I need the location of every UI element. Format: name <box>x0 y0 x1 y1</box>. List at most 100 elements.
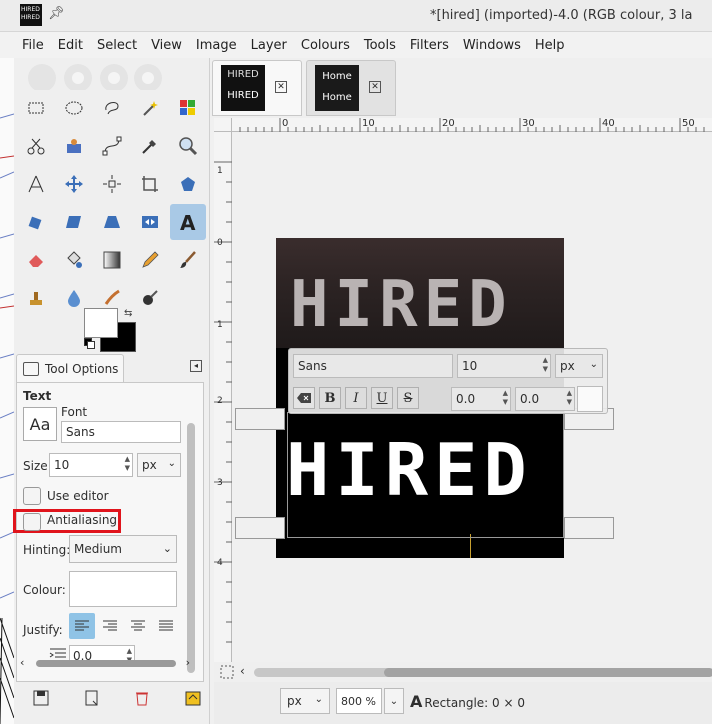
options-hscroll-thumb[interactable] <box>36 660 176 667</box>
menu-edit[interactable]: Edit <box>58 38 83 53</box>
menu-colours[interactable]: Colours <box>301 38 350 53</box>
options-vscrollbar[interactable] <box>187 423 195 673</box>
shear-icon[interactable] <box>56 204 92 240</box>
kerning-field[interactable]: 0.0 ▲ ▼ <box>515 387 575 411</box>
textbox-handle[interactable] <box>564 517 614 539</box>
strikethrough-button[interactable]: S <box>397 387 419 409</box>
underline-button[interactable]: U <box>371 387 393 409</box>
pin-icon[interactable]: 📌︎ <box>48 6 65 21</box>
hscroll-thumb[interactable] <box>384 668 712 677</box>
font-preview-button[interactable]: Aa <box>23 407 57 441</box>
scissors-select-icon[interactable] <box>18 128 54 164</box>
chevron-left-icon[interactable]: ‹ <box>240 664 245 678</box>
image-tab-home[interactable]: Home Home ✕ <box>306 60 396 116</box>
justify-fill-icon[interactable] <box>153 613 179 639</box>
rotate-icon[interactable] <box>18 204 54 240</box>
eraser-icon[interactable] <box>18 242 54 278</box>
zoom-dropdown-icon[interactable]: ⌄ <box>384 688 404 714</box>
style-unit-select[interactable]: px ⌄ <box>555 354 603 378</box>
navigate-icon[interactable] <box>220 665 234 679</box>
menu-layer[interactable]: Layer <box>251 38 287 53</box>
menu-windows[interactable]: Windows <box>463 38 521 53</box>
flip-icon[interactable] <box>132 204 168 240</box>
reset-options-icon[interactable] <box>184 689 202 707</box>
clone-icon[interactable] <box>18 280 54 316</box>
style-size-field[interactable]: 10 ▲ ▼ <box>457 354 551 378</box>
save-preset-icon[interactable] <box>32 689 50 707</box>
by-colour-select-icon[interactable] <box>170 90 206 126</box>
menu-file[interactable]: File <box>22 38 44 53</box>
ruler-corner[interactable] <box>214 118 232 132</box>
crop-icon[interactable] <box>132 166 168 202</box>
style-font-field[interactable]: Sans <box>293 354 453 378</box>
menu-image[interactable]: Image <box>196 38 237 53</box>
dock-menu-icon[interactable]: ◂ <box>190 360 202 372</box>
foreground-color[interactable] <box>84 308 118 338</box>
close-icon[interactable]: ✕ <box>369 81 381 93</box>
justify-left-icon[interactable] <box>69 613 95 639</box>
font-field[interactable]: Sans <box>61 421 181 443</box>
menu-filters[interactable]: Filters <box>410 38 449 53</box>
vertical-ruler[interactable]: 1 0 1 2 3 4 <box>214 132 232 662</box>
free-select-icon[interactable] <box>94 90 130 126</box>
align-icon[interactable] <box>94 166 130 202</box>
unified-transform-icon[interactable] <box>170 166 206 202</box>
italic-button[interactable]: I <box>345 387 367 409</box>
bold-button[interactable]: B <box>319 387 341 409</box>
justify-right-icon[interactable] <box>97 613 123 639</box>
baseline-field[interactable]: 0.0 ▲ ▼ <box>451 387 511 411</box>
bucket-fill-icon[interactable] <box>56 242 92 278</box>
kerning-spinner-icon[interactable]: ▲ ▼ <box>567 389 572 407</box>
unit-select[interactable]: px ⌄ <box>280 688 330 714</box>
horizontal-ruler[interactable]: 0 10 20 30 40 50 <box>232 118 712 132</box>
text-icon[interactable]: A <box>170 204 206 240</box>
delete-preset-icon[interactable] <box>133 689 151 707</box>
move-icon[interactable] <box>56 166 92 202</box>
gradient-icon[interactable] <box>94 242 130 278</box>
textbox-handle[interactable] <box>235 408 285 430</box>
pixelated-text: HIRED <box>290 268 513 342</box>
menu-help[interactable]: Help <box>535 38 565 53</box>
zoom-field[interactable]: 800 % <box>336 688 382 714</box>
antialiasing-checkbox[interactable] <box>23 513 41 531</box>
close-icon[interactable]: ✕ <box>275 81 287 93</box>
fuzzy-select-icon[interactable] <box>132 90 168 126</box>
size-unit-select[interactable]: px ⌄ <box>137 453 181 477</box>
reset-colors-icon[interactable] <box>84 338 96 350</box>
use-editor-checkbox[interactable] <box>23 487 41 505</box>
zoom-icon[interactable] <box>170 128 206 164</box>
size-spinner-icon[interactable]: ▲ ▼ <box>125 455 130 473</box>
paths-icon[interactable] <box>94 128 130 164</box>
ellipse-select-icon[interactable] <box>56 90 92 126</box>
color-picker-icon[interactable] <box>132 128 168 164</box>
foreground-select-icon[interactable] <box>56 128 92 164</box>
pencil-icon[interactable] <box>132 242 168 278</box>
style-colour-button[interactable] <box>577 386 603 412</box>
baseline-spinner-icon[interactable]: ▲ ▼ <box>503 389 508 407</box>
options-hscrollbar[interactable]: ‹ › <box>16 656 204 670</box>
tab-tool-options[interactable]: Tool Options <box>16 354 124 382</box>
text-layer[interactable]: HIRED <box>286 428 533 512</box>
swap-colors-icon[interactable]: ⇆ <box>124 308 132 319</box>
textbox-handle[interactable] <box>235 517 285 539</box>
menu-tools[interactable]: Tools <box>364 38 396 53</box>
size-spinner-icon[interactable]: ▲ ▼ <box>543 356 548 374</box>
restore-preset-icon[interactable] <box>83 689 101 707</box>
size-field[interactable]: 10 ▲ ▼ <box>49 453 133 477</box>
clear-style-icon[interactable] <box>293 387 315 409</box>
chevron-right-icon[interactable]: › <box>186 656 190 669</box>
chevron-left-icon[interactable]: ‹ <box>20 656 24 669</box>
canvas-hscrollbar[interactable]: ‹ <box>214 662 712 682</box>
image-tab-hired[interactable]: HIRED HIRED ✕ <box>212 60 302 116</box>
paintbrush-icon[interactable] <box>170 242 206 278</box>
justify-center-icon[interactable] <box>125 613 151 639</box>
ruler-label: 50 <box>682 118 695 129</box>
perspective-icon[interactable] <box>94 204 130 240</box>
hinting-select[interactable]: Medium ⌄ <box>69 535 177 563</box>
text-cursor <box>470 534 471 558</box>
measure-icon[interactable] <box>18 166 54 202</box>
menu-select[interactable]: Select <box>97 38 137 53</box>
rect-select-icon[interactable] <box>18 90 54 126</box>
colour-button[interactable] <box>69 571 177 607</box>
menu-view[interactable]: View <box>151 38 182 53</box>
